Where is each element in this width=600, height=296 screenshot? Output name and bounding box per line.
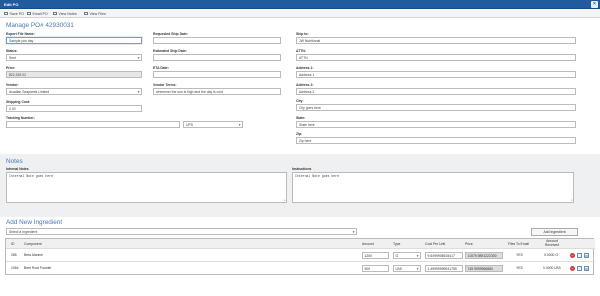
shipping-cost-input[interactable]: 0.00 xyxy=(6,105,142,112)
row-amount-received: 0.0000 LBS xyxy=(543,266,561,270)
attn-label: ATTN: xyxy=(296,49,306,53)
instructions-textarea[interactable]: Internal Note goes here ⇲ xyxy=(292,172,574,203)
address1-input[interactable]: Address 1 xyxy=(296,71,576,78)
toolbar: Save PO Email PO View Notes View Files xyxy=(0,9,600,18)
delete-icon[interactable]: – xyxy=(570,253,575,258)
vendor-label: Vendor: xyxy=(6,83,19,87)
ingredient-select[interactable]: Select a Ingredient xyxy=(6,228,357,235)
vendor-terms-label: Vendor Terms: xyxy=(153,83,177,87)
address1-label: Address 1: xyxy=(296,66,314,70)
internal-notes-label: Internal Notes xyxy=(6,167,29,171)
col-files-to-email: Files To Email xyxy=(508,242,530,246)
address2-label: Address 2: xyxy=(296,83,314,87)
table-row: 285 Beta Alanine 1200 G 9.6499906515417 … xyxy=(6,249,595,262)
list-icon[interactable] xyxy=(584,266,589,271)
row-price-field: 11579.9891222300 xyxy=(465,252,503,259)
row-type-select[interactable]: LBS xyxy=(393,265,421,272)
status-label: Status: xyxy=(6,49,18,53)
requested-ship-date-input[interactable] xyxy=(153,37,281,44)
estimated-ship-date-input[interactable] xyxy=(153,54,281,61)
city-input[interactable]: City goes here xyxy=(296,104,576,111)
eta-date-input[interactable] xyxy=(153,71,281,78)
add-ingredient-heading: Add New Ingredient xyxy=(6,219,63,226)
tracking-number-label: Tracking Number: xyxy=(6,116,35,120)
status-select[interactable]: Sent xyxy=(6,54,142,61)
requested-ship-date-label: Requested Ship Date: xyxy=(153,32,189,36)
vendor-select[interactable]: Acadian Seaplants Limited xyxy=(6,88,142,95)
email-icon xyxy=(27,11,31,16)
row-files-to-email: YES xyxy=(516,266,523,270)
window-title: Edit PO xyxy=(4,2,19,7)
instructions-label: Instructions xyxy=(292,167,312,171)
files-icon xyxy=(84,11,88,16)
row-amount-input[interactable]: 500 xyxy=(362,265,389,272)
list-icon[interactable] xyxy=(584,253,589,258)
edit-icon[interactable] xyxy=(577,253,582,258)
row-cost-input[interactable]: 1.49999999931759 xyxy=(425,265,463,272)
row-cost-input[interactable]: 9.6499906515417 xyxy=(425,252,463,259)
export-file-name-input[interactable]: Sample pos day xyxy=(6,37,142,44)
view-notes-button[interactable]: View Notes xyxy=(53,11,77,16)
tracking-number-input[interactable] xyxy=(6,121,180,128)
close-icon[interactable]: × xyxy=(591,1,598,8)
vendor-terms-input[interactable]: whenever the sun is high and the day is … xyxy=(153,88,281,95)
row-amount-input[interactable]: 1200 xyxy=(362,252,389,259)
address2-input[interactable]: Address 2 xyxy=(296,88,576,95)
page-title: Manage PO# 42930031 xyxy=(6,22,74,29)
internal-notes-text: Internal Note goes here xyxy=(9,174,53,178)
eta-date-label: ETA Date: xyxy=(153,66,169,70)
col-id: ID xyxy=(11,242,15,246)
price-label: Price: xyxy=(6,66,16,70)
row-component: Beet Root Powder xyxy=(24,266,52,270)
col-amount: Amount xyxy=(362,242,374,246)
row-files-to-email: YES xyxy=(516,253,523,257)
col-type: Type xyxy=(393,242,401,246)
ship-to-label: Ship to: xyxy=(296,32,309,36)
state-label: State: xyxy=(296,116,306,120)
export-file-name-label: Export File Name: xyxy=(6,32,35,36)
shipping-cost-label: Shipping Cost: xyxy=(6,100,31,104)
state-input[interactable]: State here xyxy=(296,121,576,128)
col-price: Price xyxy=(465,242,473,246)
edit-icon[interactable] xyxy=(577,266,582,271)
row-id: 1064 xyxy=(11,266,19,270)
resize-grip-icon[interactable]: ⇲ xyxy=(284,198,286,202)
instructions-text: Internal Note goes here xyxy=(295,174,339,178)
view-files-button[interactable]: View Files xyxy=(84,11,106,16)
resize-grip-icon[interactable]: ⇲ xyxy=(571,198,573,202)
row-amount-received: 0.0000 G xyxy=(544,253,558,257)
zip-input[interactable]: Zip here xyxy=(296,137,576,144)
email-po-button[interactable]: Email PO xyxy=(27,11,48,16)
table-row: 1064 Beet Root Powder 500 LBS 1.49999999… xyxy=(6,262,595,275)
estimated-ship-date-label: Estimated Ship Date: xyxy=(153,49,187,53)
carrier-select[interactable]: UPS xyxy=(183,121,243,128)
save-icon xyxy=(4,11,8,16)
internal-notes-textarea[interactable]: Internal Note goes here ⇲ xyxy=(6,172,287,203)
window-titlebar: Edit PO × xyxy=(0,0,600,9)
zip-label: Zip: xyxy=(296,132,303,136)
col-amount-received: Amount Received xyxy=(544,239,560,247)
ingredients-table: ID Component Amount Type Cost Per Unit P… xyxy=(5,238,595,275)
col-cost-per-unit: Cost Per Unit xyxy=(425,242,446,246)
row-id: 285 xyxy=(11,253,17,257)
ship-to-input[interactable]: JW Nutritional xyxy=(296,37,576,44)
city-label: City: xyxy=(296,99,304,103)
row-component: Beta Alanine xyxy=(24,253,44,257)
table-header: ID Component Amount Type Cost Per Unit P… xyxy=(6,239,595,249)
col-component: Component xyxy=(24,242,42,246)
save-po-button[interactable]: Save PO xyxy=(4,11,24,16)
notes-heading: Notes xyxy=(6,158,23,165)
row-price-field: 749.9999965880 xyxy=(465,265,503,272)
row-type-select[interactable]: G xyxy=(393,252,421,259)
attn-input[interactable]: ATTN xyxy=(296,54,576,61)
delete-icon[interactable]: – xyxy=(570,266,575,271)
add-ingredient-button[interactable]: Add Ingredient xyxy=(531,228,578,236)
price-field: $22,329.02 xyxy=(6,71,142,78)
notes-icon xyxy=(53,11,57,16)
